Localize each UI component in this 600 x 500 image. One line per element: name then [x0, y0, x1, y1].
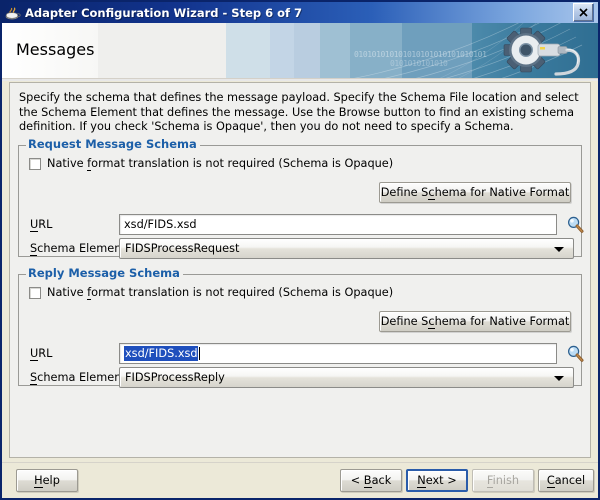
chevron-down-icon: [554, 375, 564, 381]
request-browse-magnifier-icon[interactable]: [567, 216, 584, 233]
text-caret: [198, 347, 200, 360]
banner-underline: [2, 78, 598, 81]
next-mnemonic: N: [417, 474, 426, 488]
reply-url-value: xsd/FIDS.xsd: [124, 346, 198, 361]
request-opaque-checkbox[interactable]: [29, 157, 41, 170]
reply-schema-element-value: FIDSProcessReply: [125, 371, 225, 384]
back-mnemonic: B: [363, 474, 372, 488]
cancel-button-label: Cancel: [546, 474, 586, 488]
next-button-label: Next >: [417, 474, 457, 488]
reply-message-schema-group: Reply Message Schema Native format trans…: [18, 266, 584, 388]
page-title: Messages: [16, 40, 95, 59]
footer-separator: [2, 462, 598, 463]
request-opaque-checkbox-label: Native format translation is not require…: [47, 157, 394, 171]
reply-opaque-checkbox-row[interactable]: Native format translation is not require…: [29, 286, 394, 300]
instructions-text: Specify the schema that defines the mess…: [19, 91, 579, 134]
request-url-value: xsd/FIDS.xsd: [124, 218, 197, 231]
reply-define-schema-label: Define Schema for Native Format: [380, 315, 570, 329]
banner-binary-line-2: 0101010101010: [390, 59, 448, 68]
request-define-schema-label: Define Schema for Native Format: [380, 186, 570, 200]
close-button[interactable]: [573, 3, 594, 22]
back-button[interactable]: < Back: [340, 469, 402, 492]
reply-schema-element-label: Schema Element: [30, 371, 126, 385]
java-coffee-cup-icon: [5, 5, 21, 21]
reply-url-label: URL: [30, 347, 53, 361]
title-bar: Adapter Configuration Wizard - Step 6 of…: [2, 2, 598, 23]
content-panel: Specify the schema that defines the mess…: [9, 82, 591, 458]
reply-browse-magnifier-icon[interactable]: [567, 345, 584, 362]
close-icon: [579, 8, 588, 17]
request-schema-element-value: FIDSProcessRequest: [125, 242, 240, 255]
finish-button: Finish: [472, 469, 534, 492]
next-button[interactable]: Next >: [406, 469, 468, 492]
chevron-down-icon: [554, 246, 564, 252]
wizard-banner: 010101010101010101010101010101 010101010…: [2, 23, 598, 78]
help-button[interactable]: Help: [16, 469, 78, 492]
reply-group-title: Reply Message Schema: [26, 266, 183, 280]
reply-opaque-checkbox[interactable]: [29, 286, 41, 299]
request-url-label: URL: [30, 218, 53, 232]
window-title: Adapter Configuration Wizard - Step 6 of…: [25, 5, 303, 20]
request-group-title: Request Message Schema: [26, 137, 200, 151]
request-schema-element-dropdown[interactable]: FIDSProcessRequest: [119, 238, 574, 259]
reply-schema-element-dropdown[interactable]: FIDSProcessReply: [119, 367, 574, 388]
request-message-schema-group: Request Message Schema Native format tra…: [18, 137, 584, 259]
reply-define-schema-button[interactable]: Define Schema for Native Format: [379, 311, 571, 332]
reply-group-top-border: [129, 274, 582, 275]
request-group-top-border: [141, 145, 582, 146]
request-url-input[interactable]: xsd/FIDS.xsd: [119, 214, 557, 235]
adapter-configuration-wizard-dialog: Adapter Configuration Wizard - Step 6 of…: [0, 0, 600, 500]
cancel-mnemonic: C: [546, 474, 555, 488]
finish-button-label: Finish: [486, 474, 520, 488]
request-define-schema-button[interactable]: Define Schema for Native Format: [379, 182, 571, 203]
banner-binary-text: 010101010101010101010101010101 010101010…: [354, 50, 487, 68]
back-button-label: < Back: [350, 474, 392, 488]
help-mnemonic: H: [34, 474, 43, 488]
request-opaque-checkbox-row[interactable]: Native format translation is not require…: [29, 157, 394, 171]
reply-opaque-checkbox-label: Native format translation is not require…: [47, 286, 394, 300]
gear-and-plug-icon: [503, 27, 581, 76]
request-schema-element-label: Schema Element: [30, 242, 126, 256]
banner-binary-line-1: 010101010101010101010101010101: [354, 50, 487, 59]
help-button-label: Help: [34, 474, 60, 488]
cancel-button[interactable]: Cancel: [538, 469, 594, 492]
reply-url-input[interactable]: xsd/FIDS.xsd: [119, 343, 557, 364]
